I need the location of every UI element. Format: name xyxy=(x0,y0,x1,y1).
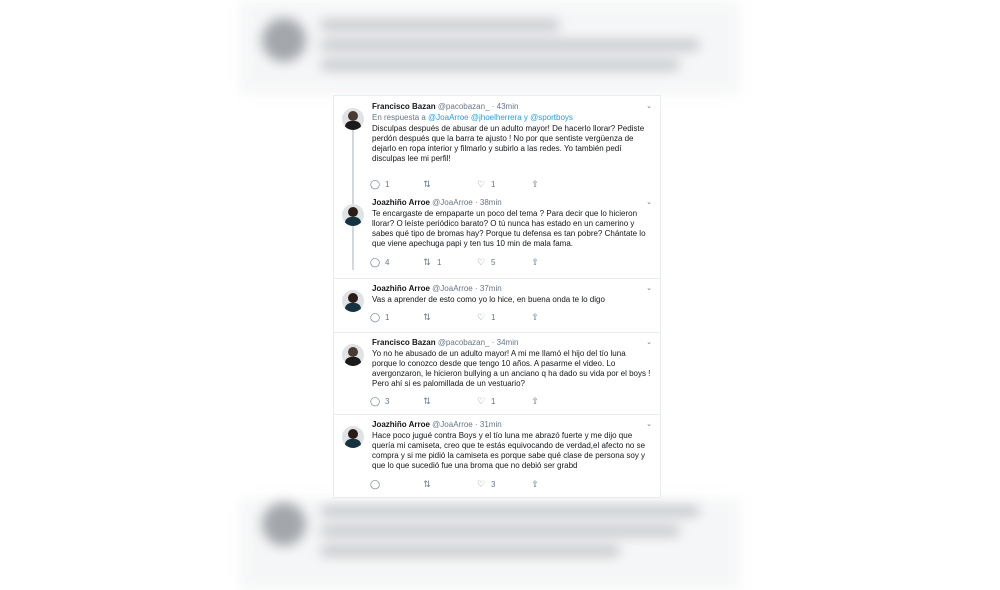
retweet-button[interactable]: ⇅ 1 xyxy=(422,257,441,268)
share-icon: ⇧ xyxy=(531,257,539,267)
reply-button[interactable]: ◯ 1 xyxy=(370,312,389,323)
chevron-down-icon[interactable]: ⌄ xyxy=(646,198,652,206)
user-name[interactable]: Joazhiño Arroe xyxy=(372,284,430,293)
user-handle[interactable]: @JoaArroe xyxy=(432,198,473,207)
tweet-text: Vas a aprender de esto como yo lo hice, … xyxy=(372,295,605,304)
heart-icon: ♡ xyxy=(476,179,486,189)
tweet-time[interactable]: · 37min xyxy=(475,284,502,293)
tweet-text: Hace poco jugué contra Boys y el tío lun… xyxy=(372,431,646,470)
like-count: 5 xyxy=(491,258,496,267)
divider xyxy=(334,278,660,279)
reply-button[interactable]: ◯ 4 xyxy=(370,257,389,268)
tweet-text: Te encargaste de empaparte un poco del t… xyxy=(372,209,646,248)
like-button[interactable]: ♡ 3 xyxy=(476,479,496,490)
share-button[interactable]: ⇧ xyxy=(530,479,540,490)
tweet-thread: Francisco Bazan @pacobazan_ · 43min ⌄ En… xyxy=(333,95,661,498)
like-count: 1 xyxy=(491,397,496,406)
reply-count: 1 xyxy=(385,180,390,189)
reply-icon: ◯ xyxy=(370,257,381,267)
blurred-tweet-bottom xyxy=(240,498,740,590)
tweet-text: Yo no he abusado de un adulto mayor! A m… xyxy=(372,349,651,388)
share-icon: ⇧ xyxy=(531,179,539,189)
heart-icon: ♡ xyxy=(476,257,486,267)
share-button[interactable]: ⇧ xyxy=(530,396,540,407)
reply-prefix: En respuesta a xyxy=(372,113,426,122)
reply-button[interactable]: ◯ 1 xyxy=(370,179,389,190)
reply-icon: ◯ xyxy=(370,312,381,322)
reply-mentions[interactable]: @JoaArroe @jhoelherrera y @sportboys xyxy=(428,113,573,122)
tweet[interactable]: Joazhiño Arroe @JoaArroe · 31min ⌄ Hace … xyxy=(334,420,660,494)
user-name[interactable]: Francisco Bazan xyxy=(372,338,436,347)
tweet[interactable]: Francisco Bazan @pacobazan_ · 34min ⌄ Yo… xyxy=(334,338,660,412)
tweet-time[interactable]: · 43min xyxy=(492,102,519,111)
heart-icon: ♡ xyxy=(476,396,486,406)
retweet-icon: ⇅ xyxy=(423,312,431,322)
user-name[interactable]: Francisco Bazan xyxy=(372,102,436,111)
user-handle[interactable]: @JoaArroe xyxy=(432,284,473,293)
retweet-icon: ⇅ xyxy=(423,257,431,267)
user-name[interactable]: Joazhiño Arroe xyxy=(372,198,430,207)
share-button[interactable]: ⇧ xyxy=(530,179,540,190)
share-button[interactable]: ⇧ xyxy=(530,257,540,268)
retweet-button[interactable]: ⇅ xyxy=(422,396,437,407)
user-handle[interactable]: @pacobazan_ xyxy=(438,102,490,111)
like-count: 1 xyxy=(491,180,496,189)
avatar[interactable] xyxy=(342,344,364,366)
retweet-icon: ⇅ xyxy=(423,179,431,189)
heart-icon: ♡ xyxy=(476,479,486,489)
share-icon: ⇧ xyxy=(531,312,539,322)
tweet[interactable]: Joazhiño Arroe @JoaArroe · 38min ⌄ Te en… xyxy=(334,198,660,276)
user-name[interactable]: Joazhiño Arroe xyxy=(372,420,430,429)
avatar[interactable] xyxy=(342,426,364,448)
reply-icon: ◯ xyxy=(370,396,381,406)
tweet-time[interactable]: · 31min xyxy=(475,420,502,429)
chevron-down-icon[interactable]: ⌄ xyxy=(646,420,652,428)
tweet-time[interactable]: · 34min xyxy=(492,338,519,347)
retweet-icon: ⇅ xyxy=(423,479,431,489)
heart-icon: ♡ xyxy=(476,312,486,322)
user-handle[interactable]: @JoaArroe xyxy=(432,420,473,429)
reply-count: 4 xyxy=(385,258,390,267)
like-button[interactable]: ♡ 1 xyxy=(476,179,496,190)
reply-count: 3 xyxy=(385,397,390,406)
retweet-icon: ⇅ xyxy=(423,396,431,406)
tweet-time[interactable]: · 38min xyxy=(475,198,502,207)
share-icon: ⇧ xyxy=(531,396,539,406)
reply-count: 1 xyxy=(385,313,390,322)
tweet[interactable]: Joazhiño Arroe @JoaArroe · 37min ⌄ Vas a… xyxy=(334,284,660,328)
like-button[interactable]: ♡ 1 xyxy=(476,312,496,323)
reply-context: En respuesta a @JoaArroe @jhoelherrera y… xyxy=(372,113,652,123)
avatar[interactable] xyxy=(342,290,364,312)
reply-icon: ◯ xyxy=(370,179,381,189)
reply-button[interactable]: ◯ xyxy=(370,479,385,490)
retweet-count: 1 xyxy=(437,258,442,267)
chevron-down-icon[interactable]: ⌄ xyxy=(646,284,652,292)
reply-icon: ◯ xyxy=(370,479,381,489)
reply-button[interactable]: ◯ 3 xyxy=(370,396,389,407)
divider xyxy=(334,332,660,333)
user-handle[interactable]: @pacobazan_ xyxy=(438,338,490,347)
avatar[interactable] xyxy=(342,108,364,130)
like-count: 3 xyxy=(491,480,496,489)
avatar[interactable] xyxy=(342,204,364,226)
like-button[interactable]: ♡ 1 xyxy=(476,396,496,407)
blurred-tweet-top xyxy=(240,0,740,95)
share-button[interactable]: ⇧ xyxy=(530,312,540,323)
tweet-text: Disculpas después de abusar de un adulto… xyxy=(372,124,645,163)
chevron-down-icon[interactable]: ⌄ xyxy=(646,102,652,110)
like-count: 1 xyxy=(491,313,496,322)
chevron-down-icon[interactable]: ⌄ xyxy=(646,338,652,346)
like-button[interactable]: ♡ 5 xyxy=(476,257,496,268)
retweet-button[interactable]: ⇅ xyxy=(422,312,437,323)
retweet-button[interactable]: ⇅ xyxy=(422,179,437,190)
share-icon: ⇧ xyxy=(531,479,539,489)
divider xyxy=(334,414,660,415)
retweet-button[interactable]: ⇅ xyxy=(422,479,437,490)
